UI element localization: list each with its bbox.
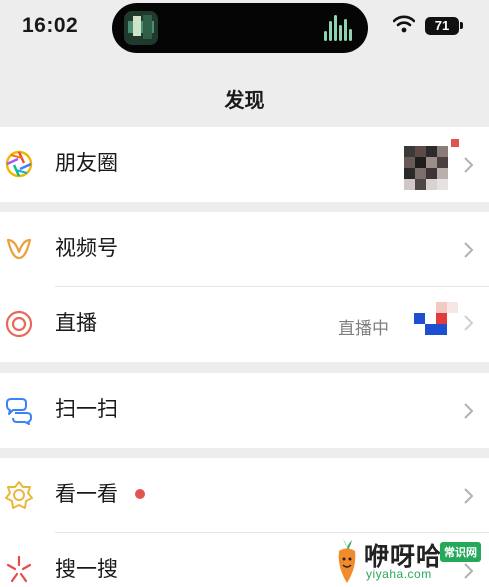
dynamic-island[interactable] [112, 3, 368, 53]
list-item-scan[interactable]: 扫一扫 [0, 373, 489, 448]
scan-label: 扫一扫 [55, 398, 118, 421]
wifi-icon [393, 15, 415, 33]
page-title: 发现 [224, 90, 265, 112]
watermark-badge: 常识网 [440, 542, 481, 562]
chevron-right-icon [464, 157, 474, 173]
list-item-channels[interactable]: 视频号 [0, 212, 489, 287]
search-label: 搜一搜 [55, 558, 118, 581]
moments-aperture-icon [5, 150, 33, 178]
status-time: 16:02 [22, 14, 79, 37]
watermark: 咿呀哈 常识网 yiyaha.com [330, 535, 489, 587]
battery-indicator: 71 [425, 17, 459, 35]
list-item-moments[interactable]: 朋友圈 [0, 127, 489, 202]
moments-new-badge [451, 139, 459, 147]
chevron-right-icon [464, 315, 474, 331]
group-channels-live: 视频号 直播 直播中 [0, 212, 489, 362]
battery-cap [460, 22, 463, 29]
list-item-top-stories[interactable]: 看一看 [0, 458, 489, 533]
carrot-logo-icon [338, 539, 356, 583]
moments-new-post-avatar [404, 146, 448, 190]
channels-butterfly-icon [6, 238, 32, 260]
chevron-right-icon [464, 242, 474, 258]
live-label: 直播 [55, 312, 97, 335]
group-moments: 朋友圈 [0, 127, 489, 202]
live-streamer-avatar [414, 302, 458, 342]
top-stories-icon [5, 481, 33, 509]
chevron-right-icon [464, 488, 474, 504]
now-playing-artwork [124, 11, 158, 45]
scan-icon [6, 398, 32, 425]
moments-label: 朋友圈 [55, 152, 118, 175]
chevron-right-icon [464, 403, 474, 419]
audio-waveform-icon [324, 15, 354, 41]
watermark-url: yiyaha.com [366, 567, 432, 581]
live-ring-icon [5, 310, 33, 338]
list-item-live[interactable]: 直播 直播中 [0, 287, 489, 362]
top-stories-unread-dot [135, 489, 145, 499]
channels-label: 视频号 [55, 237, 118, 260]
search-sparkle-icon [6, 555, 32, 583]
group-scan: 扫一扫 [0, 373, 489, 448]
live-status-text: 直播中 [338, 319, 389, 338]
top-stories-label: 看一看 [55, 483, 118, 506]
status-bar: 16:02 71 [0, 0, 489, 56]
